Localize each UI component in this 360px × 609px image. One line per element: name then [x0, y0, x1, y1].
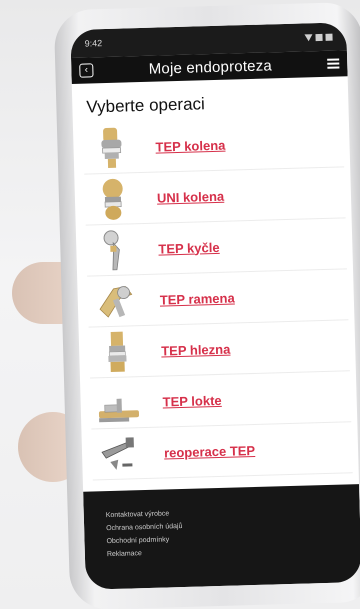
knee-implant-icon: [83, 124, 140, 172]
ankle-implant-icon: [89, 328, 146, 376]
operation-item-tep-hlezna[interactable]: TEP hlezna: [88, 320, 350, 379]
operation-label: TEP hlezna: [161, 341, 231, 359]
back-arrow-icon: ‹: [84, 64, 89, 76]
back-button[interactable]: ‹: [79, 63, 94, 78]
menu-icon-line: [327, 62, 340, 65]
operation-label: TEP kolena: [155, 137, 226, 155]
operation-label: TEP kyčle: [158, 239, 220, 257]
menu-icon-line: [327, 66, 340, 69]
operation-item-tep-ramena[interactable]: TEP ramena: [87, 269, 349, 328]
phone-screen: 9:42 ‹ Moje endoproteza Vyberte operaci: [70, 22, 360, 590]
operation-label: reoperace TEP: [163, 442, 256, 461]
operation-item-tep-kolena[interactable]: TEP kolena: [82, 116, 345, 175]
battery-icon: [325, 33, 333, 41]
operation-item-tep-lokte[interactable]: TEP lokte: [89, 371, 352, 430]
phone-frame: 9:42 ‹ Moje endoproteza Vyberte operaci: [53, 1, 360, 609]
operation-list: TEP kolena UNI kolena TEP kyčle TEP rame…: [73, 116, 359, 481]
uni-knee-implant-icon: [84, 175, 141, 223]
shoulder-implant-icon: [87, 277, 144, 325]
operation-item-uni-kolena[interactable]: UNI kolena: [84, 167, 346, 226]
status-time: 9:42: [84, 38, 103, 49]
revision-implant-icon: [91, 430, 148, 478]
menu-icon: [327, 58, 340, 61]
footer: Kontaktovat výrobce Ochrana osobních úda…: [83, 484, 360, 590]
operation-label: TEP lokte: [162, 392, 222, 410]
operation-label: UNI kolena: [156, 188, 225, 206]
menu-button[interactable]: [327, 58, 340, 69]
wifi-icon: [304, 33, 313, 41]
operation-label: TEP ramena: [159, 289, 235, 308]
status-icons: [304, 33, 333, 41]
hip-implant-icon: [86, 226, 143, 274]
elbow-implant-icon: [90, 379, 147, 427]
operation-item-reoperace-tep[interactable]: reoperace TEP: [91, 422, 353, 481]
app-title: Moje endoproteza: [148, 56, 273, 78]
operation-item-tep-kycle[interactable]: TEP kyčle: [85, 218, 348, 277]
signal-icon: [315, 33, 323, 41]
